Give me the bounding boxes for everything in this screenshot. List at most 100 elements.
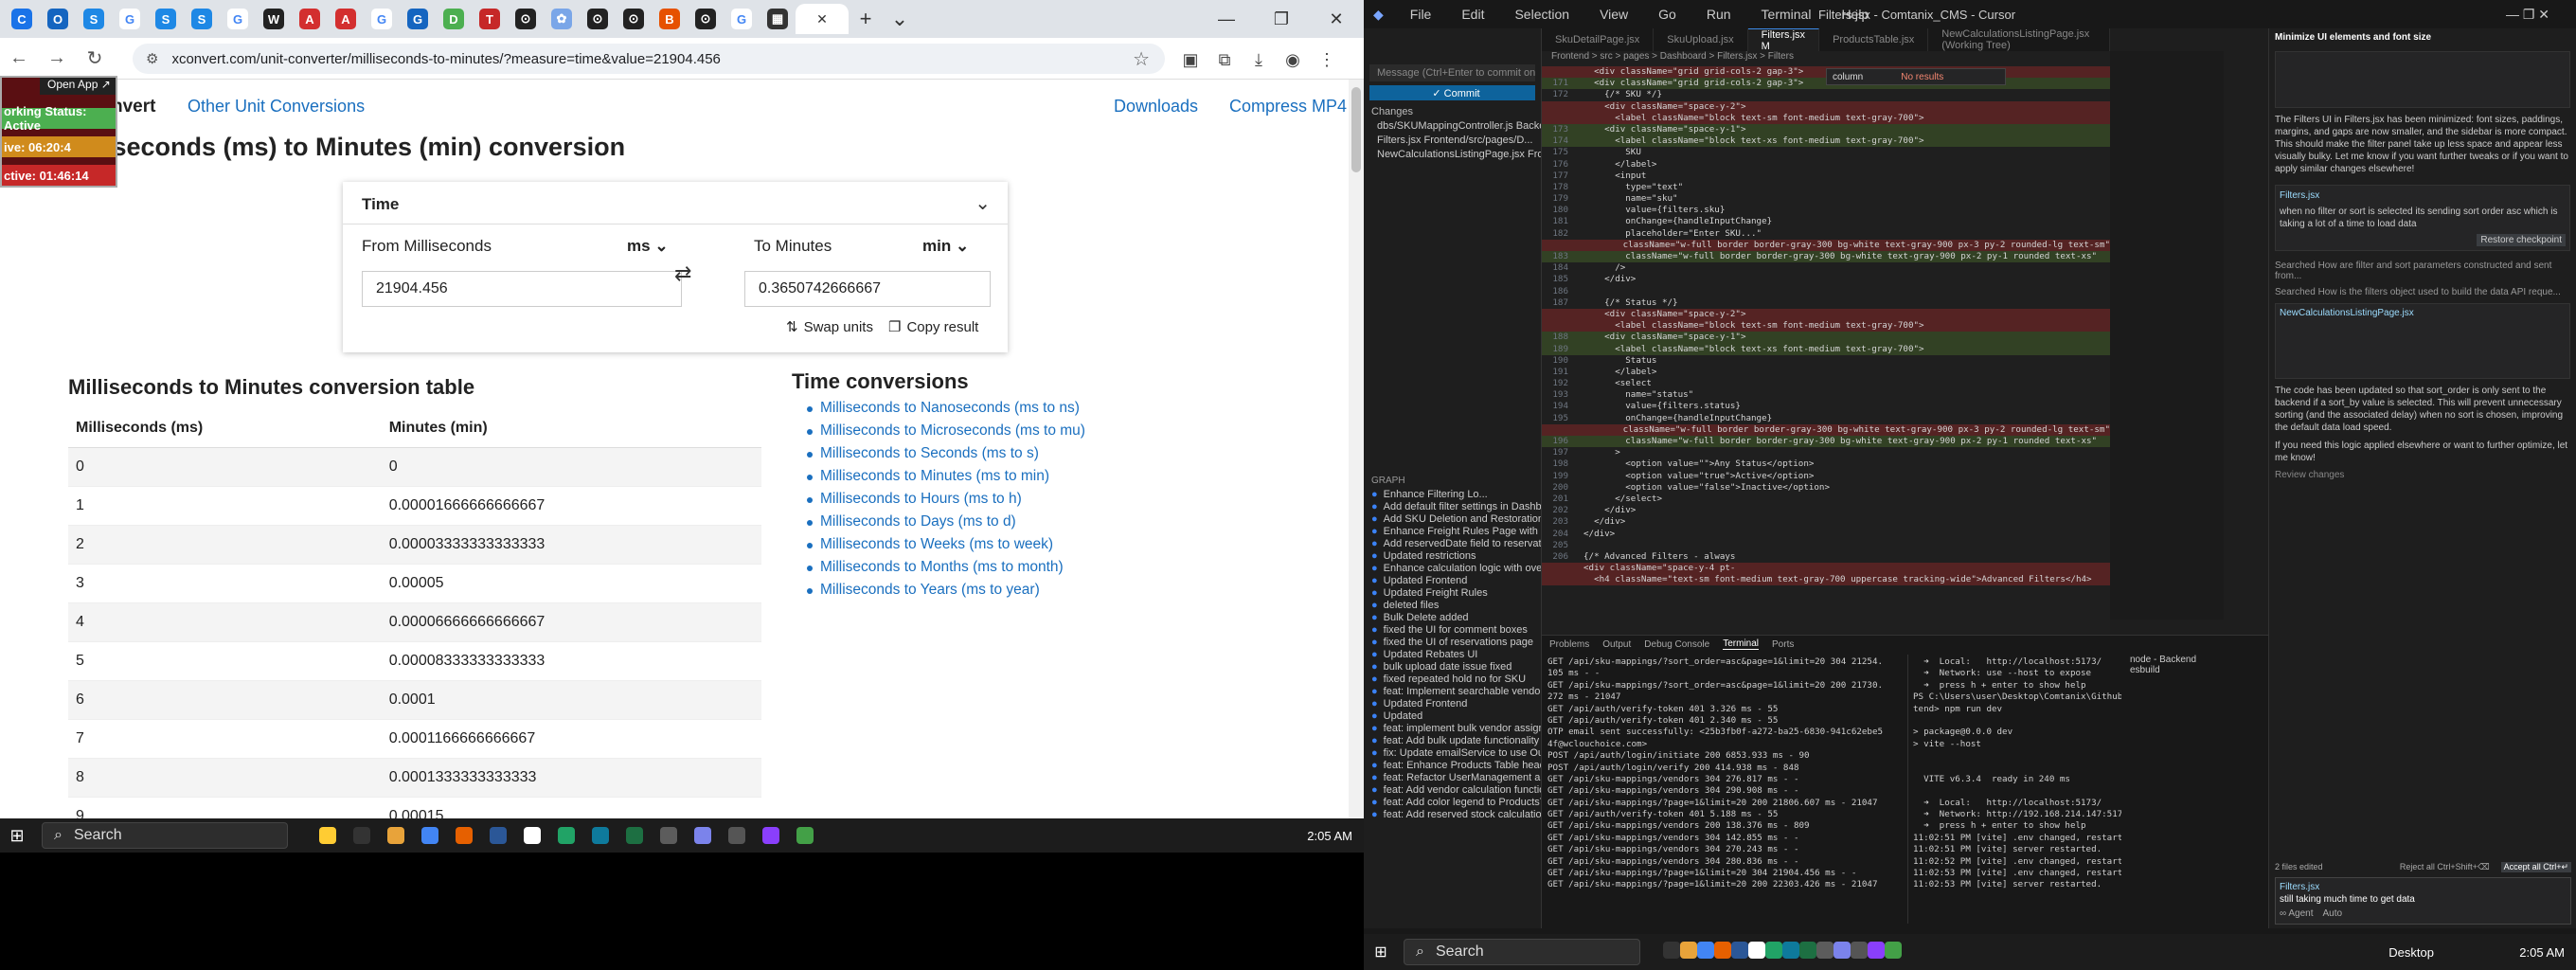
graph-commit[interactable]: ● Updated Freight Rules: [1364, 586, 1541, 599]
reject-all-button[interactable]: Reject all Ctrl+Shift+⌫: [2400, 862, 2490, 872]
editor-tab[interactable]: Filters.jsx M: [1747, 28, 1820, 52]
browser-tab[interactable]: G: [400, 4, 436, 34]
files-edited[interactable]: 2 files edited: [2275, 862, 2323, 872]
other-unit-conversions-link[interactable]: Other Unit Conversions: [188, 97, 365, 117]
taskbar-app-icon[interactable]: [1816, 941, 1834, 963]
taskbar-app-icon[interactable]: [1799, 941, 1816, 963]
graph-commit[interactable]: ● feat: implement bulk vendor assignmen..…: [1364, 722, 1541, 734]
changed-file[interactable]: Filters.jsx Frontend/src/pages/D...: [1364, 133, 1541, 147]
browser-tab[interactable]: S: [76, 4, 112, 34]
panel-tab[interactable]: Terminal: [1723, 638, 1760, 650]
browser-tab[interactable]: T: [472, 4, 508, 34]
editor-tab[interactable]: SkuUpload.jsx: [1654, 28, 1748, 51]
browser-tab[interactable]: B: [652, 4, 688, 34]
terminal-instance[interactable]: node - Backend: [2130, 655, 2263, 665]
panel-tab[interactable]: Problems: [1549, 639, 1589, 650]
graph-commit[interactable]: ● feat: Add color legend to ProductsTable…: [1364, 796, 1541, 808]
taskbar-app-icon[interactable]: [379, 818, 413, 853]
taskbar-app-icon[interactable]: [345, 818, 379, 853]
taskbar-app-icon[interactable]: [788, 818, 822, 853]
time-conversion-link[interactable]: Milliseconds to Minutes (ms to min): [807, 468, 1085, 491]
taskbar-app-icon[interactable]: [1851, 941, 1868, 963]
terminal-backend[interactable]: GET /api/sku-mappings/?sort_order=asc&pa…: [1547, 656, 1904, 891]
browser-tab-active[interactable]: ✕: [796, 4, 849, 34]
taskbar-app-icon[interactable]: [1663, 941, 1680, 963]
menu-file[interactable]: File: [1410, 7, 1432, 22]
taskbar-app-icon[interactable]: [583, 818, 617, 853]
graph-commit[interactable]: ● Enhance calculation logic with override…: [1364, 562, 1541, 574]
browser-tab[interactable]: A: [328, 4, 364, 34]
review-changes-link[interactable]: Review changes: [2275, 470, 2570, 480]
compress-mp4-link[interactable]: Compress MP4: [1229, 97, 1347, 117]
taskbar-app-icon[interactable]: [720, 818, 754, 853]
graph-header[interactable]: GRAPH: [1364, 474, 1541, 488]
downloads-link[interactable]: Downloads: [1114, 97, 1198, 117]
tab-close-icon[interactable]: ✕: [816, 11, 828, 27]
terminal-frontend[interactable]: ➜ Local: http://localhost:5173/ ➜ Networ…: [1913, 656, 2121, 891]
new-tab-button[interactable]: +: [849, 4, 883, 34]
minimize-icon[interactable]: —: [1199, 0, 1254, 38]
taskbar-app-icon[interactable]: [1885, 941, 1902, 963]
swap-units-button[interactable]: ⇅ Swap units: [786, 318, 873, 336]
menu-dots-icon[interactable]: ⋮: [1315, 47, 1339, 72]
forward-icon[interactable]: →: [38, 47, 76, 69]
browser-tab[interactable]: S: [184, 4, 220, 34]
browser-tab[interactable]: G: [112, 4, 148, 34]
site-info-icon[interactable]: ⚙: [146, 50, 158, 67]
taskbar-app-icon[interactable]: [1731, 941, 1748, 963]
agent-mode-select[interactable]: ∞ Agent: [2280, 908, 2314, 919]
maximize-icon[interactable]: ❐: [1254, 0, 1309, 38]
editor-tab[interactable]: NewCalculationsListingPage.jsx (Working …: [1928, 28, 2110, 51]
browser-tab[interactable]: W: [256, 4, 292, 34]
commit-button[interactable]: ✓ Commit: [1369, 85, 1535, 100]
graph-commit[interactable]: ● bulk upload date issue fixed: [1364, 660, 1541, 673]
model-select[interactable]: Auto: [2323, 908, 2343, 919]
browser-tab[interactable]: ▦: [760, 4, 796, 34]
changes-header[interactable]: Changes: [1364, 104, 1541, 118]
taskbar-app-icon[interactable]: [1714, 941, 1731, 963]
graph-commit[interactable]: ● fix: Update emailService to use Outlook…: [1364, 746, 1541, 759]
time-conversion-link[interactable]: Milliseconds to Hours (ms to h): [807, 491, 1085, 513]
graph-commit[interactable]: ● Add reservedDate field to reservations.…: [1364, 537, 1541, 549]
taskbar-app-icon[interactable]: [549, 818, 583, 853]
graph-commit[interactable]: ● feat: Implement searchable vendor dro..…: [1364, 685, 1541, 697]
restore-checkpoint-button[interactable]: Restore checkpoint: [2477, 234, 2566, 246]
graph-commit[interactable]: ● Updated Frontend: [1364, 574, 1541, 586]
graph-commit[interactable]: ● fixed the UI of reservations page: [1364, 636, 1541, 648]
graph-commit[interactable]: ● Updated restrictions: [1364, 549, 1541, 562]
changed-file[interactable]: NewCalculationsListingPage.jsx Frontend/…: [1364, 147, 1541, 161]
taskbar-search[interactable]: ⌕ Search: [42, 822, 288, 849]
browser-tab[interactable]: ✿: [544, 4, 580, 34]
page-scrollbar[interactable]: [1349, 80, 1364, 818]
time-conversion-link[interactable]: Milliseconds to Seconds (ms to s): [807, 445, 1085, 468]
tab-search-icon[interactable]: ⌄: [883, 4, 917, 34]
time-conversion-link[interactable]: Milliseconds to Days (ms to d): [807, 513, 1085, 536]
menu-go[interactable]: Go: [1658, 7, 1676, 22]
panel-tab[interactable]: Ports: [1772, 639, 1794, 650]
graph-commit[interactable]: ● feat: Enhance Products Table header wit…: [1364, 759, 1541, 771]
graph-commit[interactable]: ● Updated Rebates UI: [1364, 648, 1541, 660]
graph-commit[interactable]: ● Add default filter settings in Dashboar…: [1364, 500, 1541, 512]
menu-edit[interactable]: Edit: [1461, 7, 1484, 22]
taskbar-app-icon[interactable]: [754, 818, 788, 853]
find-input[interactable]: column: [1833, 72, 1863, 82]
show-desktop-label[interactable]: Desktop: [2388, 945, 2434, 960]
find-widget[interactable]: column No results: [1826, 68, 2006, 85]
to-unit-select[interactable]: min ⌄: [922, 237, 969, 256]
panel-tab[interactable]: Debug Console: [1644, 639, 1709, 650]
menu-run[interactable]: Run: [1707, 7, 1731, 22]
browser-tab[interactable]: G: [724, 4, 760, 34]
menu-terminal[interactable]: Terminal: [1762, 7, 1812, 22]
graph-commit[interactable]: ● feat: Add reserved stock calculations t…: [1364, 808, 1541, 820]
taskbar-app-icon[interactable]: [652, 818, 686, 853]
from-value-input[interactable]: 21904.456: [362, 271, 682, 307]
graph-commit[interactable]: ● Updated: [1364, 710, 1541, 722]
back-icon[interactable]: ←: [0, 47, 38, 69]
browser-tab[interactable]: S: [148, 4, 184, 34]
taskbar-app-icon[interactable]: [1834, 941, 1851, 963]
graph-commit[interactable]: ● fixed repeated hold no for SKU: [1364, 673, 1541, 685]
browser-tab[interactable]: G: [220, 4, 256, 34]
browser-tab[interactable]: ⊙: [580, 4, 616, 34]
changed-file[interactable]: dbs/SKUMappingController.js Backend/app.…: [1364, 118, 1541, 133]
menu-view[interactable]: View: [1600, 7, 1628, 22]
